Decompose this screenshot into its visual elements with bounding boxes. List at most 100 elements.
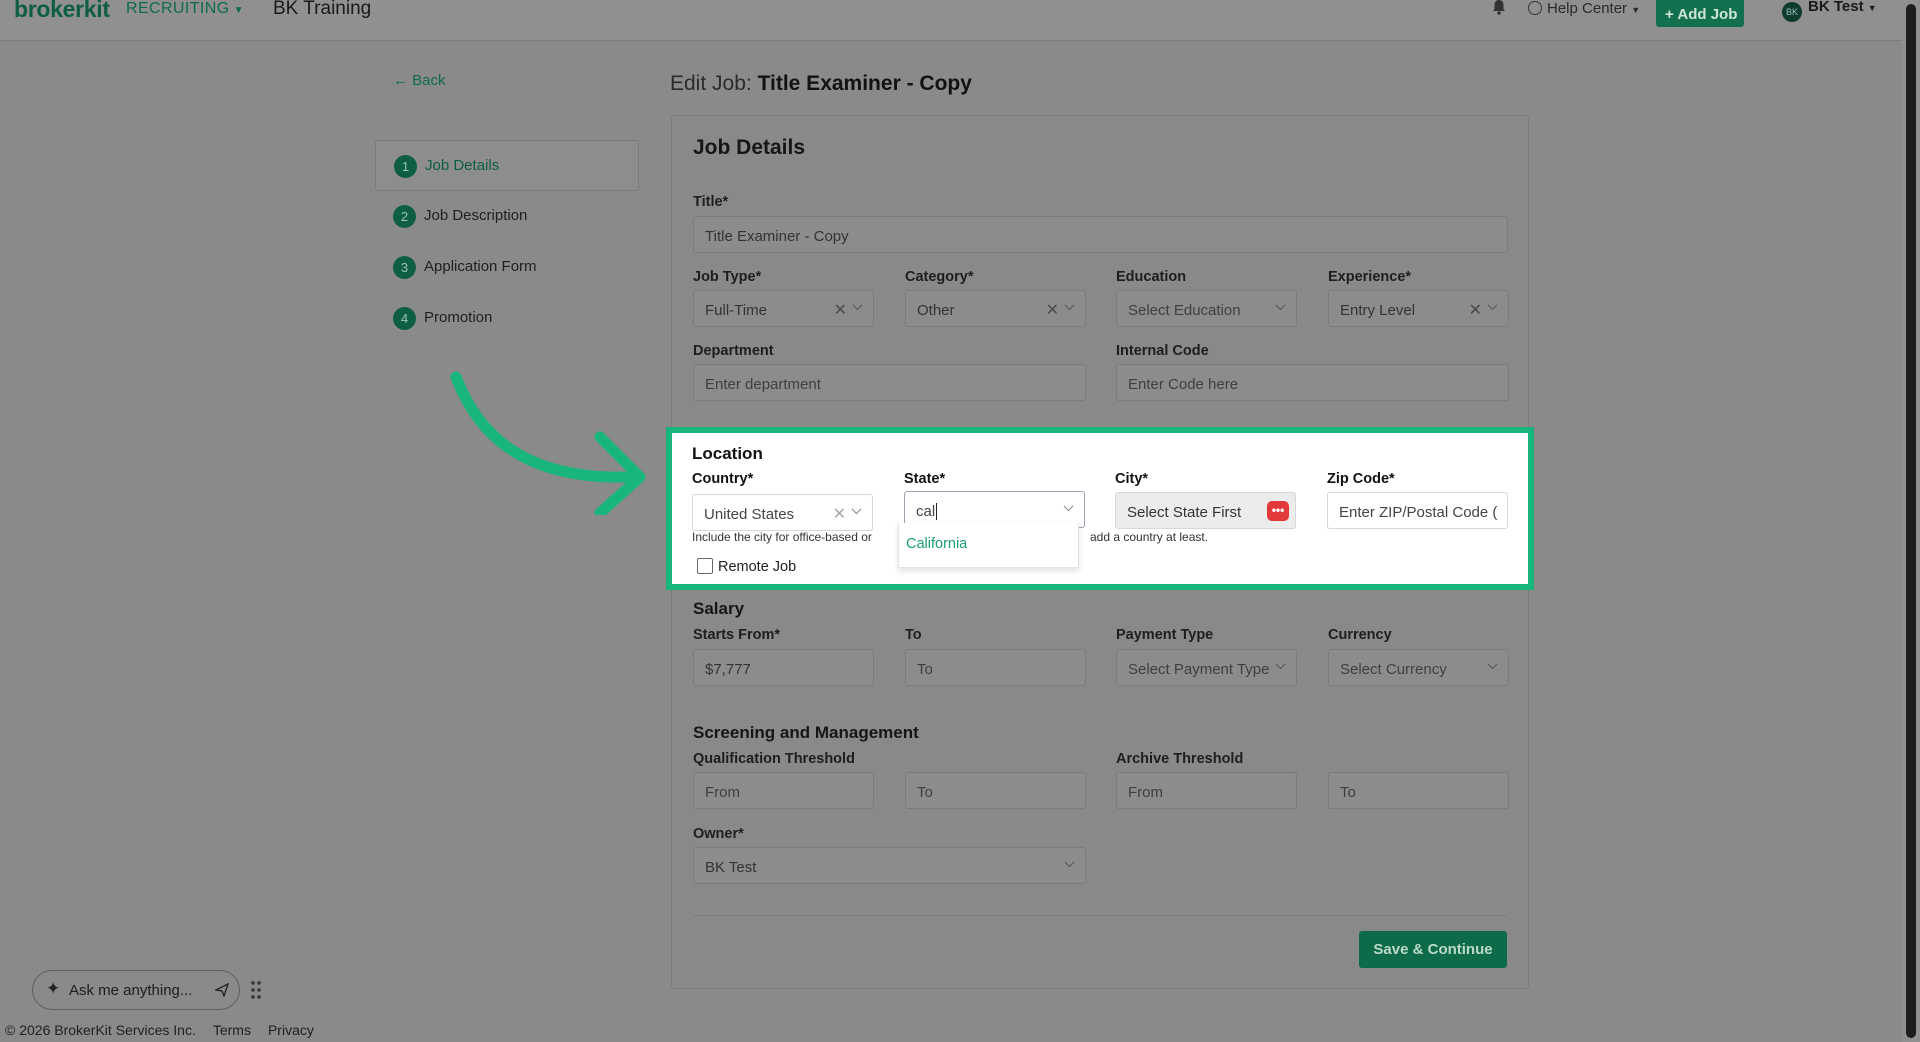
chevron-down-icon [1275, 659, 1286, 670]
starts-from-input[interactable]: $7,777 [693, 649, 874, 686]
clear-icon[interactable]: ✕ [834, 300, 847, 320]
caret-down-icon: ▼ [233, 5, 244, 16]
experience-select[interactable]: Entry Level ✕ [1328, 290, 1509, 327]
job-type-select[interactable]: Full-Time ✕ [693, 290, 874, 327]
help-center-menu[interactable]: Help Center ▼ [1528, 0, 1640, 17]
terms-link[interactable]: Terms [213, 1022, 251, 1038]
step-job-description[interactable]: 2 Job Description [375, 191, 639, 242]
clear-icon[interactable]: ✕ [1046, 300, 1059, 320]
currency-placeholder: Select Currency [1340, 661, 1447, 678]
category-select[interactable]: Other ✕ [905, 290, 1086, 327]
owner-label: Owner* [693, 826, 744, 842]
title-input[interactable]: Title Examiner - Copy [693, 216, 1508, 253]
chevron-down-icon [852, 300, 863, 311]
salary-heading: Salary [693, 599, 745, 618]
step-label: Application Form [424, 258, 537, 275]
divider [693, 915, 1507, 916]
step-number: 2 [393, 205, 416, 228]
chevron-down-icon [1487, 300, 1498, 311]
job-type-label: Job Type* [693, 269, 762, 285]
step-number: 4 [393, 307, 416, 330]
zip-code-input[interactable]: Enter ZIP/Postal Code ( [1327, 492, 1508, 529]
remote-job-label[interactable]: Remote Job [718, 559, 796, 575]
brokerkit-logo[interactable]: brokerkit [14, 0, 110, 23]
ask-assistant-input[interactable]: ✦ Ask me anything... [32, 970, 240, 1010]
archive-from-input[interactable]: From [1116, 772, 1297, 809]
city-label: City* [1115, 471, 1149, 487]
add-job-button[interactable]: + Add Job [1656, 0, 1744, 27]
state-option-california[interactable]: California [906, 536, 967, 552]
back-link[interactable]: ← Back [393, 72, 446, 89]
remote-job-checkbox[interactable] [697, 558, 713, 574]
footer: © 2026 BrokerKit Services Inc. Terms Priva… [5, 1022, 331, 1038]
more-icon[interactable]: ••• [1267, 501, 1289, 521]
internal-code-input[interactable]: Enter Code here [1116, 364, 1509, 401]
save-continue-button[interactable]: Save & Continue [1359, 931, 1507, 968]
country-label: Country* [692, 471, 754, 487]
step-application-form[interactable]: 3 Application Form [375, 242, 639, 293]
currency-label: Currency [1328, 627, 1392, 643]
qualification-to-input[interactable]: To [905, 772, 1086, 809]
education-select[interactable]: Select Education [1116, 290, 1297, 327]
salary-to-label: To [905, 627, 922, 643]
state-label: State* [904, 471, 946, 487]
user-name: BK Test [1808, 0, 1864, 15]
qualification-threshold-label: Qualification Threshold [693, 751, 855, 767]
step-promotion[interactable]: 4 Promotion [375, 293, 639, 344]
chevron-down-icon [1064, 300, 1075, 311]
education-placeholder: Select Education [1128, 302, 1241, 319]
currency-select[interactable]: Select Currency [1328, 649, 1509, 686]
category-label: Category* [905, 269, 974, 285]
globe-icon [1528, 1, 1542, 15]
location-hint-right: add a country at least. [1090, 530, 1209, 544]
starts-from-label: Starts From* [693, 627, 781, 643]
city-select[interactable]: Select State First ••• [1115, 492, 1296, 529]
bell-icon[interactable] [1491, 0, 1507, 15]
step-label: Job Details [425, 157, 500, 174]
step-number: 3 [393, 256, 416, 279]
screening-heading: Screening and Management [693, 723, 919, 742]
step-job-details[interactable]: 1 Job Details [375, 140, 639, 191]
ask-placeholder: Ask me anything... [69, 982, 193, 999]
country-value: United States [704, 506, 795, 523]
chevron-down-icon [851, 504, 862, 515]
product-menu[interactable]: RECRUITING ▼ [126, 0, 244, 18]
product-label: RECRUITING [126, 0, 230, 17]
payment-type-placeholder: Select Payment Type [1128, 661, 1270, 678]
salary-to-input[interactable]: To [905, 649, 1086, 686]
department-label: Department [693, 343, 774, 359]
archive-to-input[interactable]: To [1328, 772, 1509, 809]
owner-value: BK Test [705, 859, 757, 876]
qualification-from-input[interactable]: From [693, 772, 874, 809]
chevron-down-icon [1275, 300, 1286, 311]
help-center-label: Help Center [1547, 0, 1628, 17]
education-label: Education [1116, 269, 1187, 285]
step-label: Job Description [424, 207, 528, 224]
step-number: 1 [394, 155, 417, 178]
internal-code-label: Internal Code [1116, 343, 1209, 359]
send-icon[interactable] [215, 983, 229, 997]
chevron-down-icon [1063, 501, 1074, 512]
payment-type-select[interactable]: Select Payment Type [1116, 649, 1297, 686]
scrollbar[interactable] [1902, 0, 1920, 1042]
owner-select[interactable]: BK Test [693, 847, 1086, 884]
privacy-link[interactable]: Privacy [268, 1022, 314, 1038]
experience-label: Experience* [1328, 269, 1412, 285]
department-input[interactable]: Enter department [693, 364, 1086, 401]
clear-icon[interactable]: ✕ [833, 504, 846, 524]
step-label: Promotion [424, 309, 493, 326]
location-hint-left: Include the city for office-based or [692, 530, 872, 544]
chevron-down-icon [1487, 659, 1498, 670]
experience-value: Entry Level [1340, 302, 1416, 319]
drag-handle-icon[interactable] [249, 979, 263, 1001]
user-menu[interactable]: BK BK Test ▼ [1782, 0, 1877, 22]
clear-icon[interactable]: ✕ [1469, 300, 1482, 320]
country-select[interactable]: United States ✕ [692, 494, 873, 531]
avatar: BK [1782, 2, 1802, 22]
caret-down-icon: ▼ [1631, 5, 1641, 15]
scrollbar-thumb[interactable] [1906, 4, 1916, 1038]
curved-arrow-icon [450, 371, 646, 515]
title-label: Title* [693, 194, 729, 210]
page-title-prefix: Edit Job: [670, 72, 752, 95]
zip-code-label: Zip Code* [1327, 471, 1395, 487]
